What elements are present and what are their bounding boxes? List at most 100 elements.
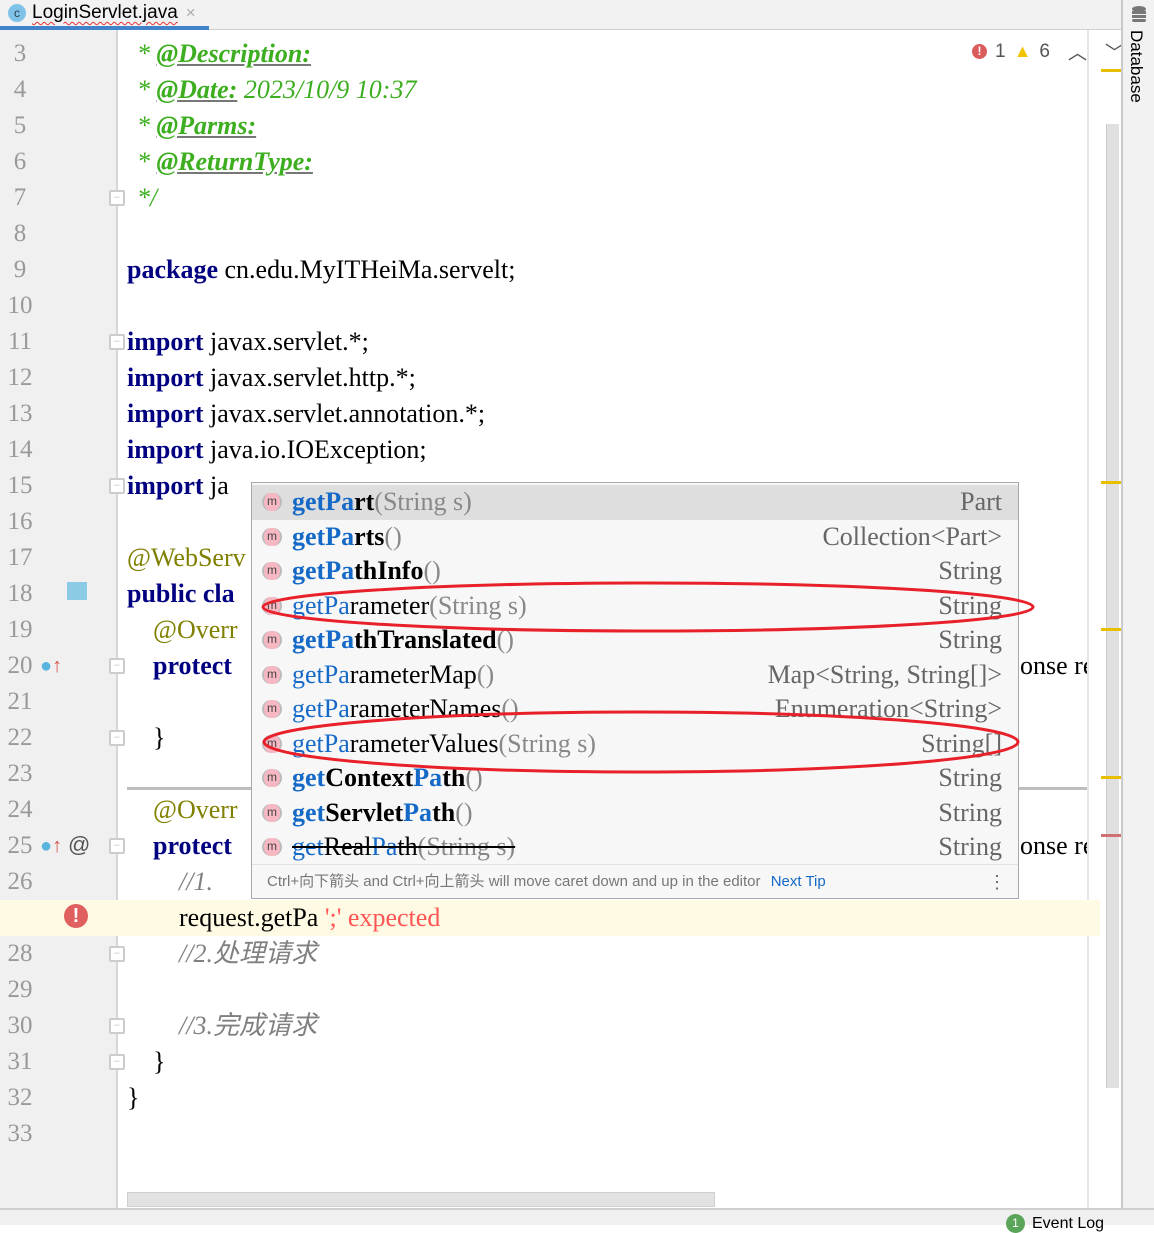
completion-item[interactable]: m getParameterValues(String s) String[] xyxy=(252,727,1018,762)
next-tip-link[interactable]: Next Tip xyxy=(771,873,826,890)
fold-toggle-icon[interactable]: − xyxy=(109,730,125,746)
completion-item[interactable]: m getParts() Collection<Part> xyxy=(252,520,1018,555)
fold-toggle-icon[interactable]: − xyxy=(109,658,125,674)
completion-tip-bar: Ctrl+向下箭头 and Ctrl+向上箭头 will move caret … xyxy=(252,864,1018,898)
previous-highlight-icon[interactable]: ︿ xyxy=(1068,38,1087,65)
vertical-scrollbar[interactable] xyxy=(1106,124,1119,1088)
event-log-button[interactable]: Event Log xyxy=(1032,1215,1104,1233)
method-icon: m xyxy=(262,769,282,787)
name-segment: getPa xyxy=(292,694,350,723)
class-icon: c xyxy=(8,4,26,22)
code-line[interactable]: request.getPa ';' expected xyxy=(0,900,1100,936)
code-line[interactable] xyxy=(0,972,1087,1008)
code-line[interactable]: } xyxy=(0,1044,1087,1080)
tab-loginservlet[interactable]: c LoginServlet.java × xyxy=(0,0,209,30)
code-line[interactable]: * @ReturnType: xyxy=(0,144,1087,180)
warning-marker[interactable] xyxy=(1101,628,1121,631)
override-method-icon[interactable]: ●↑ xyxy=(40,835,62,858)
code-line[interactable]: } xyxy=(0,1080,1087,1116)
method-icon: m xyxy=(262,838,282,856)
name-segment: rt xyxy=(354,487,375,516)
completion-item[interactable]: m getServletPath() String xyxy=(252,796,1018,831)
fold-toggle-icon[interactable]: − xyxy=(109,838,125,854)
completion-item-name: getParameterMap() xyxy=(292,658,494,692)
completion-item[interactable]: m getPathInfo() String xyxy=(252,554,1018,589)
code-token: //1. xyxy=(127,867,213,896)
code-line[interactable]: package cn.edu.MyITHeiMa.servelt; xyxy=(0,252,1087,288)
code-token: //2.处理请求 xyxy=(127,939,317,968)
warning-marker[interactable] xyxy=(1101,69,1121,72)
method-icon: m xyxy=(262,596,282,615)
code-token: import xyxy=(127,327,204,356)
completion-item[interactable]: m getContextPath() String xyxy=(252,761,1018,796)
error-icon[interactable]: ! xyxy=(64,904,88,928)
code-token: } xyxy=(127,723,166,752)
name-segment: getPa xyxy=(292,487,355,516)
completion-item[interactable]: m getPathTranslated() String xyxy=(252,623,1018,658)
fold-toggle-icon[interactable]: − xyxy=(109,946,125,962)
fold-toggle-icon[interactable]: − xyxy=(109,190,125,206)
completion-item[interactable]: m getRealPath(String s) String xyxy=(252,830,1018,865)
completion-item-name: getParameter(String s) xyxy=(292,589,527,623)
completion-item-name: getPart(String s) xyxy=(292,485,472,519)
fold-toggle-icon[interactable]: − xyxy=(109,334,125,350)
fold-toggle-icon[interactable]: − xyxy=(109,478,125,494)
code-line[interactable]: import javax.servlet.*; xyxy=(0,324,1087,360)
fold-toggle-icon[interactable]: − xyxy=(109,1054,125,1070)
completion-item[interactable]: m getParameterNames() Enumeration<String> xyxy=(252,692,1018,727)
name-segment: get xyxy=(292,797,326,827)
code-line[interactable]: */ xyxy=(0,180,1087,216)
warning-count: 6 xyxy=(1039,40,1050,62)
horizontal-scrollbar[interactable] xyxy=(127,1192,715,1207)
code-line[interactable]: * @Parms: xyxy=(0,108,1087,144)
code-token: request.getPa xyxy=(127,903,319,932)
name-segment: getPa xyxy=(292,521,355,551)
database-icon[interactable] xyxy=(1131,5,1147,23)
method-icon: m xyxy=(262,734,282,753)
method-icon: m xyxy=(262,631,282,649)
completion-item[interactable]: m getParameterMap() Map<String, String[]> xyxy=(252,658,1018,693)
completion-item-params: () xyxy=(455,797,473,827)
override-method-icon[interactable]: ●↑ xyxy=(40,655,62,678)
status-bar: 1 Event Log xyxy=(0,1208,1154,1233)
code-line[interactable] xyxy=(0,216,1087,252)
code-line[interactable]: * @Date: 2023/10/9 10:37 xyxy=(0,72,1087,108)
warning-marker[interactable] xyxy=(1101,776,1121,779)
code-token-clipped: onse res xyxy=(1020,831,1087,860)
completion-item-params: () xyxy=(476,659,495,689)
completion-item[interactable]: m getPart(String s) Part xyxy=(252,485,1018,520)
code-line[interactable]: import javax.servlet.http.*; xyxy=(0,360,1087,396)
code-line[interactable] xyxy=(0,288,1087,324)
annotation-at-icon[interactable]: @ xyxy=(68,832,90,858)
warning-marker[interactable] xyxy=(1101,481,1121,484)
code-line[interactable]: import javax.servlet.annotation.*; xyxy=(0,396,1087,432)
code-line[interactable] xyxy=(0,1116,1087,1152)
name-segment: Pa xyxy=(371,832,398,861)
completion-item-type: String xyxy=(938,556,1002,585)
fold-toggle-icon[interactable]: − xyxy=(109,1018,125,1034)
servlet-mapping-icon[interactable] xyxy=(67,582,87,606)
completion-item[interactable]: m getParameter(String s) String xyxy=(252,589,1018,624)
code-token: @Overr xyxy=(127,615,238,644)
error-marker[interactable] xyxy=(1101,834,1121,837)
inspection-widget[interactable]: ! 1 ▲ 6 ︿ ﹀ xyxy=(972,38,1124,65)
code-token: @Description: xyxy=(156,39,312,68)
name-segment: get xyxy=(292,832,324,861)
name-segment: getPa xyxy=(292,556,355,585)
database-tool-button[interactable]: Database xyxy=(1126,30,1146,103)
code-token: * xyxy=(137,111,157,140)
close-icon[interactable]: × xyxy=(186,3,196,23)
completion-item-name: getParameterValues(String s) xyxy=(292,727,596,761)
more-options-icon[interactable]: ⋮ xyxy=(988,865,1006,899)
method-icon: m xyxy=(262,665,282,684)
code-line[interactable]: //2.处理请求 xyxy=(0,936,1087,972)
code-line[interactable]: //3.完成请求 xyxy=(0,1008,1087,1044)
code-line[interactable]: import java.io.IOException; xyxy=(0,432,1087,468)
name-segment: thTranslated xyxy=(354,625,497,654)
code-line[interactable]: * @Description: xyxy=(0,36,1087,72)
completion-item-name: getServletPath() xyxy=(292,796,473,830)
code-token: java.io.IOException; xyxy=(203,435,427,464)
code-token: @Date: xyxy=(156,75,238,104)
name-segment: Pa xyxy=(403,797,433,827)
code-token: 2023/10/9 10:37 xyxy=(237,75,417,104)
